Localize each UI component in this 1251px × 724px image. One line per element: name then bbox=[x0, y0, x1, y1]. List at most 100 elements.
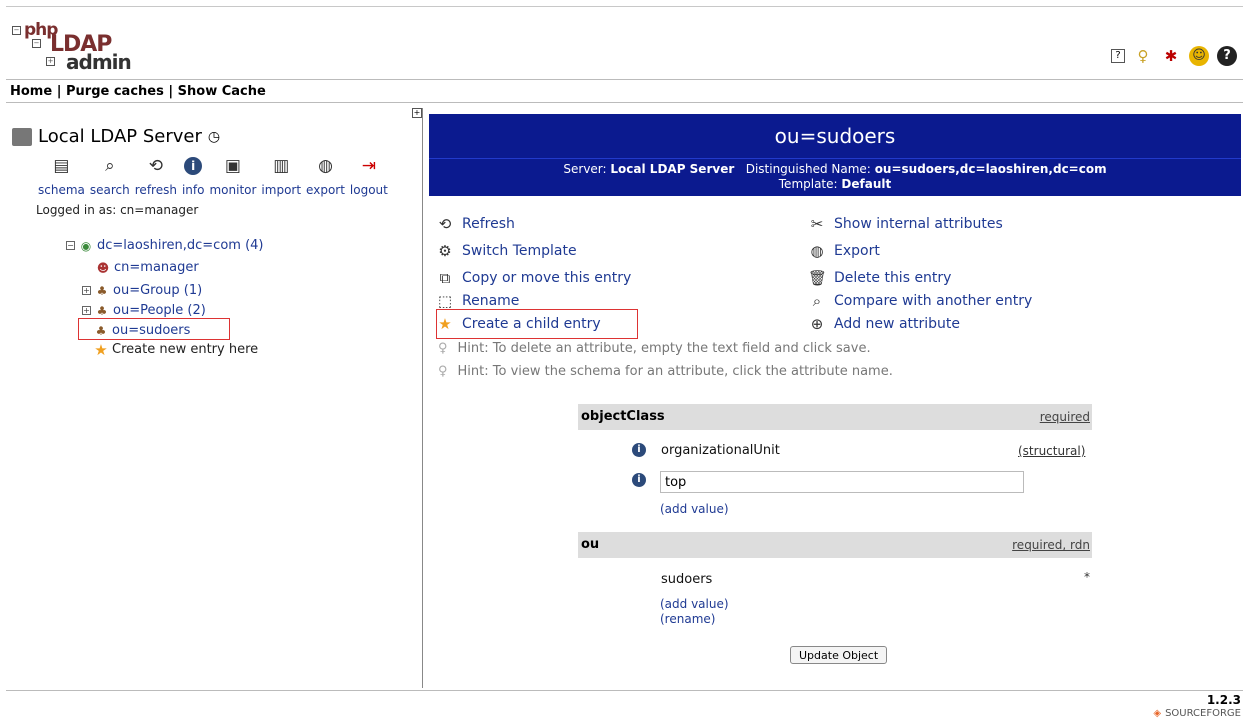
expand-panel-icon[interactable]: + bbox=[412, 108, 422, 118]
info-icon[interactable]: i bbox=[632, 443, 646, 457]
tool-schema[interactable]: ▤ schema bbox=[38, 155, 85, 197]
lightbulb-icon: ♀ bbox=[438, 364, 448, 379]
footer-divider bbox=[6, 690, 1243, 691]
domain-icon: ◉ bbox=[80, 238, 92, 253]
tool-logout[interactable]: ⇥ logout bbox=[350, 155, 388, 197]
tree-item-ou-group[interactable]: + ♣ ou=Group (1) bbox=[82, 283, 202, 298]
tree-box-icon: − bbox=[32, 39, 41, 48]
objectclass-value-1: organizationalUnit bbox=[661, 443, 780, 458]
server-icon bbox=[12, 127, 32, 146]
attr-header-ou: ou required, rdn bbox=[578, 532, 1092, 558]
rename-link[interactable]: (rename) bbox=[660, 612, 715, 626]
bug-icon[interactable]: ✱ bbox=[1161, 46, 1181, 66]
tools-icon: ✂ bbox=[810, 215, 824, 233]
collapse-icon[interactable]: − bbox=[66, 241, 75, 250]
structural-note[interactable]: (structural) bbox=[1018, 444, 1085, 458]
entry-template: Template: Default bbox=[778, 177, 892, 191]
entry-title: ou=sudoers bbox=[774, 124, 896, 148]
add-attribute-icon: ⊕ bbox=[810, 315, 824, 333]
panel-divider bbox=[422, 108, 423, 688]
action-export[interactable]: ◍ Export bbox=[808, 242, 879, 260]
attr-name-objectclass[interactable]: objectClass bbox=[581, 409, 665, 424]
action-add-attribute[interactable]: ⊕ Add new attribute bbox=[808, 315, 960, 333]
version: 1.2.3 bbox=[1206, 693, 1241, 707]
hint-schema: ♀ Hint: To view the schema for an attribu… bbox=[438, 364, 893, 379]
home-link[interactable]: Home bbox=[10, 84, 52, 99]
clock-icon: ◷ bbox=[207, 128, 221, 145]
ou-value: sudoers bbox=[661, 572, 713, 587]
ou-icon: ♣ bbox=[96, 303, 108, 318]
tree-item-create-new[interactable]: ★ Create new entry here bbox=[94, 342, 258, 357]
tool-search[interactable]: ⌕ search bbox=[90, 155, 130, 197]
question-icon[interactable]: ? bbox=[1217, 46, 1237, 66]
copy-icon: ⧉ bbox=[439, 269, 451, 287]
refresh-icon: ⟲ bbox=[148, 156, 163, 176]
sourceforge-icon: ◈ bbox=[1153, 708, 1162, 719]
top-divider bbox=[6, 6, 1243, 7]
refresh-icon: ⟲ bbox=[438, 215, 452, 233]
tree-item-cn-manager[interactable]: ☻ cn=manager bbox=[96, 260, 199, 275]
menu-separator: | bbox=[56, 84, 62, 99]
sourceforge-logo[interactable]: ◈ SOURCEFORGE bbox=[1153, 708, 1241, 719]
attr-header-objectclass: objectClass required bbox=[578, 404, 1092, 430]
export-icon: ◍ bbox=[318, 156, 333, 176]
user-icon: ☻ bbox=[96, 260, 110, 275]
hint-delete: ♀ Hint: To delete an attribute, empty the… bbox=[438, 341, 871, 356]
add-value-link[interactable]: (add value) bbox=[660, 597, 729, 611]
logout-icon: ⇥ bbox=[361, 156, 377, 176]
update-object-button[interactable]: Update Object bbox=[790, 646, 888, 664]
lightbulb-icon: ♀ bbox=[438, 341, 448, 356]
required-star: * bbox=[1084, 570, 1090, 584]
tree-root[interactable]: − ◉ dc=laoshiren,dc=com (4) bbox=[66, 238, 263, 253]
tree-box-icon: + bbox=[46, 57, 55, 66]
tool-info[interactable]: i info bbox=[182, 155, 204, 197]
entry-header: ou=sudoers Server: Local LDAP Server Dis… bbox=[429, 114, 1241, 196]
action-show-internal[interactable]: ✂ Show internal attributes bbox=[808, 215, 1003, 233]
tree-item-ou-people[interactable]: + ♣ ou=People (2) bbox=[82, 303, 206, 318]
expand-icon[interactable]: + bbox=[82, 306, 91, 315]
compare-icon: ⌕ bbox=[812, 292, 822, 310]
attr-required-rdn: required, rdn bbox=[1012, 538, 1090, 552]
tree-box-icon: − bbox=[12, 26, 21, 35]
action-switch-template[interactable]: ⚙ Switch Template bbox=[436, 242, 576, 260]
action-refresh[interactable]: ⟲ Refresh bbox=[436, 215, 515, 233]
action-copy-move[interactable]: ⧉ Copy or move this entry bbox=[436, 269, 632, 287]
import-icon: ▥ bbox=[273, 156, 290, 176]
attr-required: required bbox=[1039, 410, 1090, 424]
tool-export[interactable]: ◍ export bbox=[306, 155, 345, 197]
tool-import[interactable]: ▥ import bbox=[261, 155, 301, 197]
help-icon[interactable]: ? bbox=[1111, 49, 1125, 63]
action-delete[interactable]: 🗑 Delete this entry bbox=[808, 269, 951, 287]
server-heading: Local LDAP Server ◷ bbox=[12, 126, 220, 147]
action-rename[interactable]: ⬚ Rename bbox=[436, 292, 520, 310]
highlight-selected-entry bbox=[78, 318, 230, 340]
tool-refresh[interactable]: ⟲ refresh bbox=[135, 155, 177, 197]
logged-in-as: Logged in as: cn=manager bbox=[36, 203, 199, 217]
search-icon: ⌕ bbox=[105, 156, 115, 176]
highlight-create-child bbox=[436, 309, 638, 339]
header-icons: ? ♀ ✱ ☺ ? bbox=[1111, 46, 1237, 66]
action-compare[interactable]: ⌕ Compare with another entry bbox=[808, 292, 1033, 310]
tool-monitor[interactable]: ▣ monitor bbox=[209, 155, 256, 197]
rename-icon: ⬚ bbox=[437, 292, 453, 310]
ou-icon: ♣ bbox=[96, 283, 108, 298]
info-icon[interactable]: i bbox=[632, 473, 646, 487]
server-name: Local LDAP Server bbox=[38, 126, 202, 147]
monitor-icon: ▣ bbox=[224, 156, 241, 176]
trash-icon: 🗑 bbox=[808, 269, 828, 287]
show-cache-link[interactable]: Show Cache bbox=[178, 84, 266, 99]
phpldapadmin-logo[interactable]: − php − LDAP + admin bbox=[10, 20, 132, 74]
purge-caches-link[interactable]: Purge caches bbox=[66, 84, 164, 99]
entry-server-dn: Server: Local LDAP Server Distinguished … bbox=[563, 162, 1107, 176]
lightbulb-icon[interactable]: ♀ bbox=[1133, 46, 1153, 66]
menu-divider bbox=[6, 102, 1243, 103]
objectclass-value-2-input[interactable] bbox=[660, 471, 1024, 493]
attr-name-ou[interactable]: ou bbox=[581, 537, 599, 552]
top-menu: Home | Purge caches | Show Cache bbox=[10, 84, 266, 99]
add-value-link[interactable]: (add value) bbox=[660, 502, 729, 516]
smiley-icon[interactable]: ☺ bbox=[1189, 46, 1209, 66]
info-icon: i bbox=[184, 157, 203, 175]
expand-icon[interactable]: + bbox=[82, 286, 91, 295]
template-icon: ⚙ bbox=[438, 242, 452, 260]
header-divider bbox=[6, 79, 1243, 80]
